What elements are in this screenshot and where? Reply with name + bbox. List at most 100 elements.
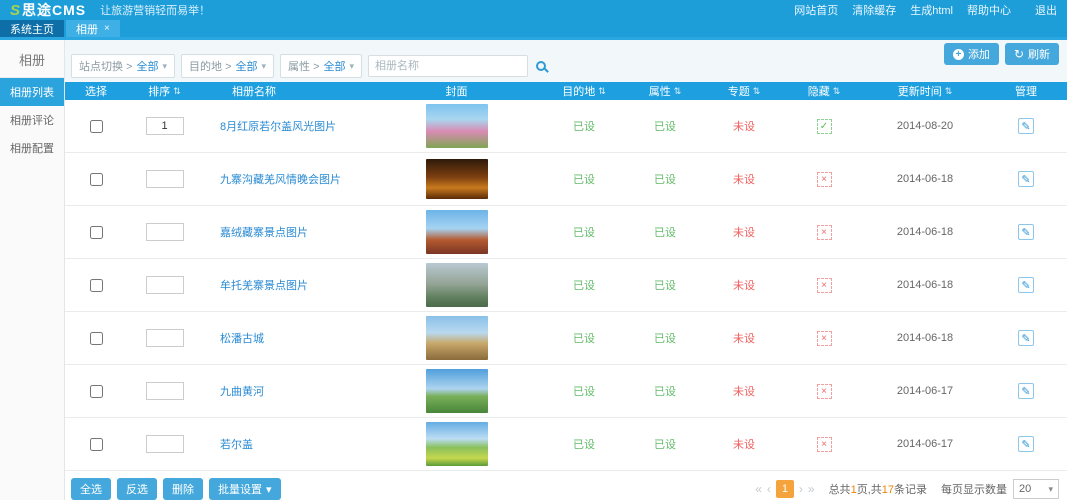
header-topic[interactable]: 专题⇅ xyxy=(705,82,783,100)
attribute-status: 已设 xyxy=(654,436,676,452)
header-manage: 管理 xyxy=(985,82,1067,100)
sort-input[interactable] xyxy=(146,276,184,294)
per-page-select[interactable]: 20 ▾ xyxy=(1013,479,1059,499)
album-name-search-input[interactable] xyxy=(368,55,528,77)
sort-input[interactable] xyxy=(146,329,184,347)
hidden-toggle-icon[interactable]: × xyxy=(817,278,832,293)
album-cover-thumbnail[interactable] xyxy=(426,210,488,254)
album-cover-thumbnail[interactable] xyxy=(426,159,488,199)
sort-icon[interactable]: ⇅ xyxy=(833,86,841,97)
row-checkbox[interactable] xyxy=(90,438,103,451)
album-name-link[interactable]: 松潘古城 xyxy=(220,330,264,346)
album-name-link[interactable]: 若尔盖 xyxy=(220,436,253,452)
refresh-icon: ↻ xyxy=(1014,47,1024,61)
sort-input[interactable] xyxy=(146,382,184,400)
album-name-link[interactable]: 8月红原若尔盖风光图片 xyxy=(220,118,336,134)
attribute-filter-dropdown[interactable]: 属性 >全部 ▾ xyxy=(280,54,362,78)
attribute-status: 已设 xyxy=(654,224,676,240)
sort-icon[interactable]: ⇅ xyxy=(945,86,953,97)
menu-clear-cache[interactable]: 清除缓存 xyxy=(852,2,896,18)
header-updated[interactable]: 更新时间⇅ xyxy=(865,82,985,100)
header-destination[interactable]: 目的地⇅ xyxy=(543,82,625,100)
tab-system-home[interactable]: 系统主页 xyxy=(0,20,64,37)
sort-icon[interactable]: ⇅ xyxy=(598,86,606,97)
pagination-prev[interactable]: ‹ xyxy=(767,482,771,496)
top-menu: 网站首页 清除缓存 生成html 帮助中心 退出 xyxy=(794,2,1057,18)
sort-icon[interactable]: ⇅ xyxy=(173,86,181,97)
menu-generate-html[interactable]: 生成html xyxy=(910,2,953,18)
sort-icon[interactable]: ⇅ xyxy=(674,86,682,97)
edit-icon[interactable]: ✎ xyxy=(1018,383,1034,399)
sort-input[interactable] xyxy=(146,223,184,241)
updated-date: 2014-06-18 xyxy=(897,332,953,344)
album-cover-thumbnail[interactable] xyxy=(426,316,488,360)
pagination-current-page[interactable]: 1 xyxy=(776,480,794,498)
header-album-name: 相册名称 xyxy=(202,82,370,100)
pagination-first[interactable]: « xyxy=(755,482,762,496)
table-row: 牟托羌寨景点图片 已设 已设 未设 × 2014-06-18 ✎ xyxy=(65,259,1067,312)
row-checkbox[interactable] xyxy=(90,385,103,398)
row-checkbox[interactable] xyxy=(90,120,103,133)
hidden-toggle-icon[interactable]: ✓ xyxy=(817,119,832,134)
sidebar-item-album-comments[interactable]: 相册评论 xyxy=(0,106,64,134)
hidden-toggle-icon[interactable]: × xyxy=(817,331,832,346)
tab-close-icon[interactable]: × xyxy=(104,23,110,34)
album-cover-thumbnail[interactable] xyxy=(426,422,488,466)
updated-date: 2014-06-17 xyxy=(897,438,953,450)
logo-text: 思途CMS xyxy=(22,0,86,20)
search-icon[interactable] xyxy=(536,61,546,71)
sidebar-item-album-config[interactable]: 相册配置 xyxy=(0,134,64,162)
header-attribute[interactable]: 属性⇅ xyxy=(625,82,705,100)
edit-icon[interactable]: ✎ xyxy=(1018,436,1034,452)
album-name-link[interactable]: 九寨沟藏羌风情晚会图片 xyxy=(220,171,341,187)
album-name-link[interactable]: 九曲黄河 xyxy=(220,383,264,399)
select-all-button[interactable]: 全选 xyxy=(71,478,111,500)
edit-icon[interactable]: ✎ xyxy=(1018,224,1034,240)
destination-status: 已设 xyxy=(573,277,595,293)
row-checkbox[interactable] xyxy=(90,279,103,292)
invert-selection-button[interactable]: 反选 xyxy=(117,478,157,500)
topic-status: 未设 xyxy=(733,118,755,134)
menu-site-home[interactable]: 网站首页 xyxy=(794,2,838,18)
sort-input[interactable] xyxy=(146,117,184,135)
menu-help-center[interactable]: 帮助中心 xyxy=(967,2,1011,18)
toolbar-panel: + 添加 ↻ 刷新 站点切换 >全部 ▾ 目的地 >全部 ▾ 属性 xyxy=(65,40,1067,82)
hidden-toggle-icon[interactable]: × xyxy=(817,437,832,452)
updated-date: 2014-06-18 xyxy=(897,226,953,238)
header-sort[interactable]: 排序⇅ xyxy=(127,82,202,100)
pagination-last[interactable]: » xyxy=(808,482,815,496)
table-row: 九寨沟藏羌风情晚会图片 已设 已设 未设 × 2014-06-18 ✎ xyxy=(65,153,1067,206)
menu-logout[interactable]: 退出 xyxy=(1035,2,1057,18)
album-cover-thumbnail[interactable] xyxy=(426,263,488,307)
album-cover-thumbnail[interactable] xyxy=(426,369,488,413)
hidden-toggle-icon[interactable]: × xyxy=(817,225,832,240)
site-filter-dropdown[interactable]: 站点切换 >全部 ▾ xyxy=(71,54,175,78)
edit-icon[interactable]: ✎ xyxy=(1018,277,1034,293)
add-button[interactable]: + 添加 xyxy=(944,43,999,65)
edit-icon[interactable]: ✎ xyxy=(1018,118,1034,134)
album-cover-thumbnail[interactable] xyxy=(426,104,488,148)
sort-input[interactable] xyxy=(146,435,184,453)
record-summary: 总共1页,共17条记录 xyxy=(829,481,927,497)
album-name-link[interactable]: 牟托羌寨景点图片 xyxy=(220,277,308,293)
edit-icon[interactable]: ✎ xyxy=(1018,330,1034,346)
row-checkbox[interactable] xyxy=(90,226,103,239)
delete-button[interactable]: 删除 xyxy=(163,478,203,500)
header-hidden[interactable]: 隐藏⇅ xyxy=(783,82,865,100)
sort-icon[interactable]: ⇅ xyxy=(753,86,761,97)
destination-filter-dropdown[interactable]: 目的地 >全部 ▾ xyxy=(181,54,274,78)
edit-icon[interactable]: ✎ xyxy=(1018,171,1034,187)
hidden-toggle-icon[interactable]: × xyxy=(817,172,832,187)
destination-status: 已设 xyxy=(573,224,595,240)
tab-album[interactable]: 相册 × xyxy=(66,20,120,37)
pagination-next[interactable]: › xyxy=(799,482,803,496)
refresh-button[interactable]: ↻ 刷新 xyxy=(1005,43,1059,65)
batch-settings-button[interactable]: 批量设置 ▾ xyxy=(209,478,281,500)
sidebar-item-album-list[interactable]: 相册列表 xyxy=(0,78,64,106)
footer-bar: 全选 反选 删除 批量设置 ▾ « ‹ 1 › » 总共1页,共17条记录 xyxy=(65,471,1067,500)
hidden-toggle-icon[interactable]: × xyxy=(817,384,832,399)
sort-input[interactable] xyxy=(146,170,184,188)
row-checkbox[interactable] xyxy=(90,332,103,345)
album-name-link[interactable]: 嘉绒藏寨景点图片 xyxy=(220,224,308,240)
row-checkbox[interactable] xyxy=(90,173,103,186)
